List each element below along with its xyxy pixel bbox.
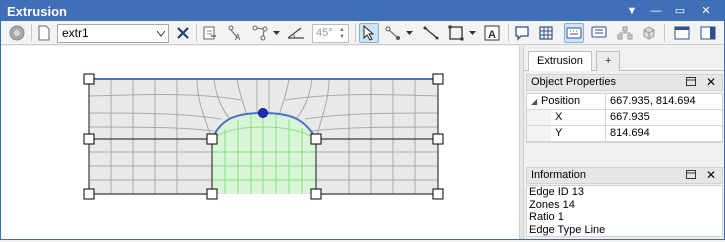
panel-layout-icon[interactable] (672, 23, 692, 43)
minimize-icon[interactable]: — (649, 4, 663, 18)
export-icon[interactable] (200, 23, 220, 43)
cube-icon[interactable] (639, 23, 659, 43)
toolbar: extr1 A 45° ▲ ▼ A (1, 21, 724, 45)
hierarchy-icon[interactable] (615, 23, 635, 43)
new-document-icon[interactable] (34, 23, 54, 43)
right-panel: Extrusion + Object Properties ✕ ◢ Positi… (524, 46, 724, 239)
zone-select-value: extr1 (62, 26, 89, 40)
property-key: Y (527, 126, 606, 141)
properties-grid: ◢ Position 667.935, 814.694 X 667.935 Y … (526, 93, 723, 143)
property-key: X (527, 110, 606, 125)
object-properties-title: Object Properties (531, 76, 616, 88)
speech-bubble-icon[interactable] (512, 23, 532, 43)
sidebar-toggle-icon[interactable] (698, 23, 718, 43)
text-box-icon[interactable]: A (482, 23, 502, 43)
property-value[interactable]: 667.935 (607, 110, 650, 125)
record-icon[interactable] (7, 23, 27, 43)
information-panel: Edge ID 13 Zones 14 Ratio 1 Edge Type Li… (526, 185, 723, 237)
grid-icon[interactable] (536, 23, 556, 43)
select-pointer-icon[interactable] (359, 23, 379, 43)
window-title: Extrusion (7, 4, 67, 19)
drawing-canvas[interactable] (1, 46, 520, 239)
zone-select[interactable]: extr1 (57, 24, 169, 43)
information-header: Information ✕ (526, 167, 723, 184)
dropdown-arrow-icon[interactable]: ▼ (625, 4, 639, 18)
property-value[interactable]: 667.935, 814.694 (607, 94, 696, 109)
angle-value: 45° (316, 27, 333, 39)
close-panel-icon[interactable]: ✕ (706, 168, 716, 183)
property-row[interactable]: X 667.935 (527, 110, 722, 126)
keyboard-icon[interactable] (564, 23, 584, 43)
extrusion-window: Extrusion ▼ — ▭ ✕ extr1 A 45° ▲ ▼ A Extr… (0, 0, 725, 240)
stepper-arrows-icon[interactable]: ▲ ▼ (339, 27, 347, 41)
chevron-down-icon[interactable] (406, 31, 413, 36)
panel-tabs: Extrusion + (524, 49, 724, 71)
title-bar: Extrusion ▼ — ▭ ✕ (1, 1, 724, 21)
display-icon[interactable] (589, 23, 609, 43)
pin-icon[interactable] (686, 170, 696, 179)
property-value[interactable]: 814.694 (607, 126, 650, 141)
pin-icon[interactable] (686, 77, 696, 86)
node-tool-icon[interactable] (250, 23, 270, 43)
angle-icon[interactable] (286, 23, 306, 43)
add-tab-button[interactable]: + (596, 51, 621, 71)
chevron-down-icon (157, 31, 165, 37)
svg-text:A: A (235, 33, 241, 41)
chevron-down-icon[interactable] (469, 31, 476, 36)
property-row[interactable]: ◢ Position 667.935, 814.694 (527, 94, 722, 110)
info-line: Edge Type Line (529, 223, 606, 236)
svg-text:A: A (488, 29, 496, 41)
info-line: Ratio 1 (529, 211, 564, 223)
object-properties-header: Object Properties ✕ (526, 74, 723, 91)
tab-extrusion[interactable]: Extrusion (528, 51, 592, 71)
selected-point[interactable] (258, 108, 268, 118)
edge-tool-icon[interactable] (383, 23, 403, 43)
info-line: Edge ID 13 (529, 186, 585, 198)
delete-icon[interactable] (173, 23, 193, 43)
text-nodes-icon[interactable]: A (225, 23, 245, 43)
angle-stepper[interactable]: 45° ▲ ▼ (312, 24, 349, 43)
property-row[interactable]: Y 814.694 (527, 126, 722, 142)
close-panel-icon[interactable]: ✕ (706, 75, 716, 90)
rectangle-tool-icon[interactable] (446, 23, 466, 43)
extrusion-mesh[interactable] (1, 46, 520, 239)
close-icon[interactable]: ✕ (699, 4, 713, 18)
line-tool-icon[interactable] (421, 23, 441, 43)
property-key: Position (527, 94, 606, 109)
chevron-down-icon[interactable] (273, 31, 280, 36)
info-line: Zones 14 (529, 198, 575, 211)
information-title: Information (531, 169, 587, 181)
restore-icon[interactable]: ▭ (673, 4, 687, 18)
